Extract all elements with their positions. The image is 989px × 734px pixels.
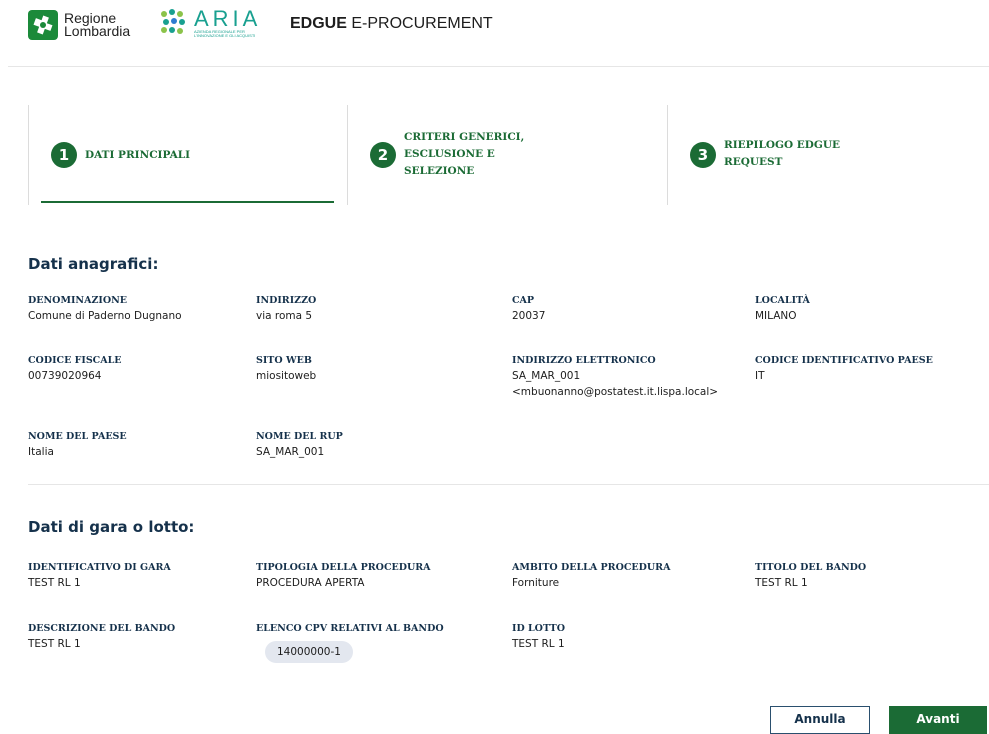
section-divider [28,484,989,485]
field-label: NOME DEL PAESE [28,431,127,442]
step-label: CRITERI GENERICI, ESCLUSIONE E SELEZIONE [404,129,524,180]
step-divider [667,105,668,205]
field-label: IDENTIFICATIVO DI GARA [28,562,171,573]
regione-lombardia-logo[interactable]: Regione Lombardia [28,10,130,40]
aria-logo-tagline: AZIENDA REGIONALE PER L'INNOVAZIONE E GL… [194,29,256,38]
field-label: DESCRIZIONE DEL BANDO [28,623,176,634]
cpv-chip[interactable]: 14000000-1 [265,641,353,663]
field-label: ID LOTTO [512,623,566,634]
step-number-badge: 2 [370,142,396,168]
field-value: Forniture [512,577,560,589]
field-value: TEST RL 1 [28,638,81,650]
field-label: INDIRIZZO [256,295,317,306]
field-localita: LOCALITÀ MILANO [755,294,810,324]
step-dati-principali[interactable]: 1 DATI PRINCIPALI [28,105,348,205]
regione-lombardia-mark-icon [28,10,58,40]
field-label: TITOLO DEL BANDO [755,562,867,573]
field-cap: CAP 20037 [512,294,545,324]
field-value: <mbuonanno@postatest.it.lispa.local> [512,386,719,398]
aria-dots-icon [160,8,188,38]
app-header: Regione Lombardia ARIA AZIENDA REGIONALE… [0,0,989,48]
step-label: DATI PRINCIPALI [85,147,190,164]
field-titolo-bando: TITOLO DEL BANDO TEST RL 1 [755,561,866,591]
field-value: SA_MAR_001 [512,370,581,382]
field-label: DENOMINAZIONE [28,295,128,306]
field-value: IT [755,370,765,382]
field-codice-paese: CODICE IDENTIFICATIVO PAESE IT [755,354,933,384]
field-value: Italia [28,446,54,458]
field-descrizione-bando: DESCRIZIONE DEL BANDO TEST RL 1 [28,622,175,652]
field-indirizzo-elettronico: INDIRIZZO ELETTRONICO SA_MAR_001 <mbuona… [512,354,718,400]
field-nome-paese: NOME DEL PAESE Italia [28,430,127,460]
field-elenco-cpv: ELENCO CPV RELATIVI AL BANDO 14000000-1 [256,622,444,663]
field-value: TEST RL 1 [28,577,81,589]
field-denominazione: DENOMINAZIONE Comune di Paderno Dugnano [28,294,182,324]
field-label: AMBITO DELLA PROCEDURA [512,562,671,573]
field-label: CODICE FISCALE [28,355,122,366]
field-value: TEST RL 1 [512,638,565,650]
field-value: TEST RL 1 [755,577,808,589]
step-label: RIEPILOGO EDGUE REQUEST [724,137,840,171]
active-step-indicator [41,201,334,203]
field-value: SA_MAR_001 [256,446,325,458]
field-label: ELENCO CPV RELATIVI AL BANDO [256,623,444,634]
step-number-badge: 3 [690,142,716,168]
app-title: EDGUE E-PROCUREMENT [290,15,493,33]
step-label-line: DATI PRINCIPALI [85,149,191,161]
step-label-line: REQUEST [724,156,783,168]
field-label: LOCALITÀ [755,295,810,306]
field-label: CAP [512,295,535,306]
field-label: INDIRIZZO ELETTRONICO [512,355,656,366]
step-label-line: SELEZIONE [404,165,475,177]
step-criteri[interactable]: 2 CRITERI GENERICI, ESCLUSIONE E SELEZIO… [347,105,667,205]
field-ambito-procedura: AMBITO DELLA PROCEDURA Forniture [512,561,670,591]
app-title-bold: EDGUE [290,15,347,32]
field-label: NOME DEL RUP [256,431,343,442]
step-riepilogo[interactable]: 3 RIEPILOGO EDGUE REQUEST [667,105,989,205]
step-label-line: ESCLUSIONE E [404,148,495,160]
field-value: MILANO [755,310,797,322]
field-sito-web: SITO WEB miositoweb [256,354,316,384]
field-identificativo-gara: IDENTIFICATIVO DI GARA TEST RL 1 [28,561,171,591]
field-value: PROCEDURA APERTA [256,577,365,589]
step-divider [28,105,29,205]
step-label-line: RIEPILOGO EDGUE [724,139,840,151]
app-title-rest: E-PROCUREMENT [346,15,493,32]
field-value: 00739020964 [28,370,102,382]
cancel-button[interactable]: Annulla [770,706,870,734]
header-divider [8,66,989,67]
field-id-lotto: ID LOTTO TEST RL 1 [512,622,565,652]
field-value: via roma 5 [256,310,313,322]
section-title-anagrafici: Dati anagrafici: [28,255,159,273]
next-button[interactable]: Avanti [889,706,987,734]
field-value: Comune di Paderno Dugnano [28,310,182,322]
field-label: CODICE IDENTIFICATIVO PAESE [755,355,933,366]
field-nome-rup: NOME DEL RUP SA_MAR_001 [256,430,343,460]
field-tipologia-procedura: TIPOLOGIA DELLA PROCEDURA PROCEDURA APER… [256,561,431,591]
step-number-badge: 1 [51,142,77,168]
rl-logo-line2: Lombardia [64,23,131,39]
step-label-line: CRITERI GENERICI, [404,131,525,143]
field-label: TIPOLOGIA DELLA PROCEDURA [256,562,431,573]
field-indirizzo: INDIRIZZO via roma 5 [256,294,316,324]
aria-logo-word: ARIA [194,6,262,31]
field-value: miositoweb [256,370,317,382]
aria-logo[interactable]: ARIA AZIENDA REGIONALE PER L'INNOVAZIONE… [160,8,268,38]
step-divider [347,105,348,205]
field-value: 20037 [512,310,546,322]
field-label: SITO WEB [256,355,312,366]
section-title-gara: Dati di gara o lotto: [28,518,195,536]
field-codice-fiscale: CODICE FISCALE 00739020964 [28,354,122,384]
wizard-stepper: 1 DATI PRINCIPALI 2 CRITERI GENERICI, ES… [28,105,989,205]
